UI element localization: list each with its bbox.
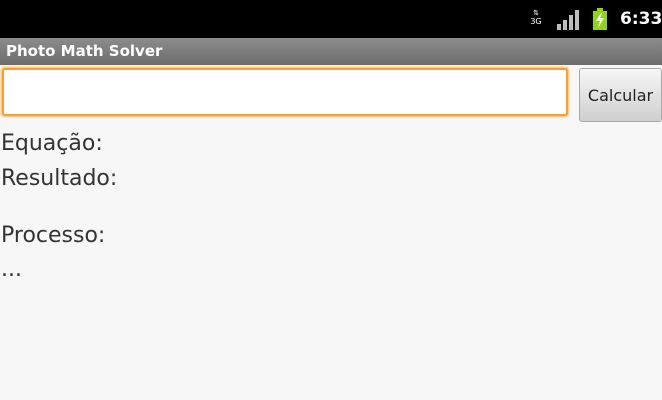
network-type-indicator: ⇅ 3G <box>527 9 545 26</box>
app-screen: ⇅ 3G 6:33 Photo Math Solver Calcular Equ… <box>0 0 662 400</box>
result-label: Resultado: <box>1 166 118 191</box>
app-title-bar: Photo Math Solver <box>0 38 662 65</box>
status-clock: 6:33 <box>620 9 662 29</box>
equation-label: Equação: <box>1 131 103 156</box>
status-bar: ⇅ 3G 6:33 <box>0 0 662 38</box>
battery-charging-icon <box>593 8 607 30</box>
network-type-label: 3G <box>530 17 542 26</box>
process-value: ... <box>1 257 22 282</box>
signal-bars-icon <box>557 10 579 30</box>
app-title: Photo Math Solver <box>6 42 163 60</box>
process-label: Processo: <box>1 223 106 248</box>
equation-input[interactable] <box>2 68 568 116</box>
network-activity-icon: ⇅ <box>533 9 539 17</box>
calculate-button[interactable]: Calcular <box>579 68 662 122</box>
